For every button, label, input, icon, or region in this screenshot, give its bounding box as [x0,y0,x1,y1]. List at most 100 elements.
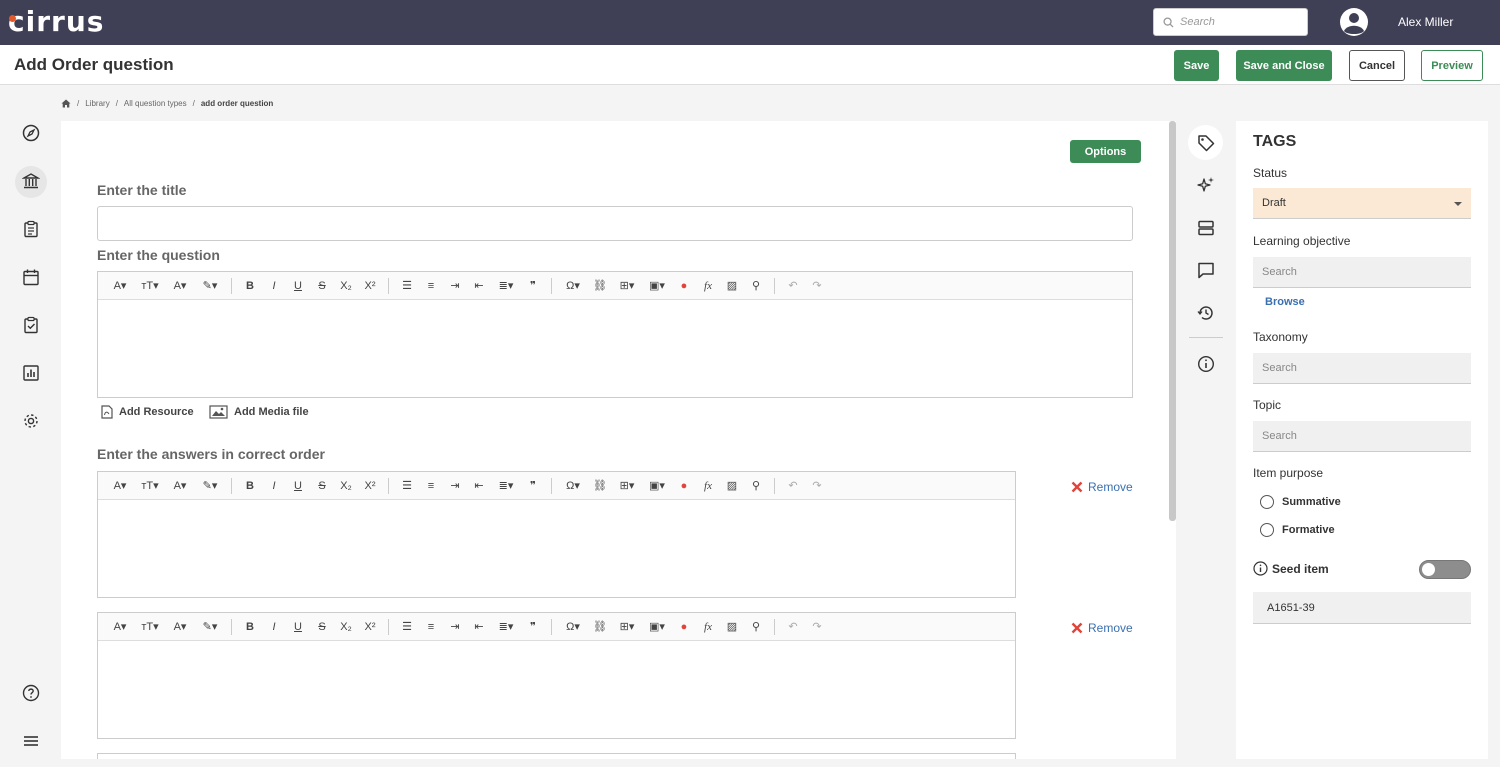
bold-icon[interactable]: B [238,475,262,497]
bullet-list-icon[interactable]: ☰ [395,275,419,297]
stack-icon[interactable] [1197,219,1215,237]
underline-icon[interactable]: U [286,275,310,297]
compass-icon[interactable] [22,124,40,142]
subscript-icon[interactable]: X₂ [334,616,358,638]
formula-icon[interactable]: fx [696,275,720,297]
media-embed-icon[interactable]: ▣▾ [642,475,672,497]
comment-icon[interactable] [1197,261,1215,279]
library-icon[interactable] [22,172,40,190]
subscript-icon[interactable]: X₂ [334,275,358,297]
text-size-icon[interactable]: ᴛT▾ [135,275,165,297]
calendar-icon[interactable] [22,268,40,286]
preview-button[interactable]: Preview [1421,50,1483,81]
bullet-list-icon[interactable]: ☰ [395,616,419,638]
learning-objective-search[interactable]: Search [1253,257,1471,288]
answer-editor-body[interactable] [98,641,1015,739]
remove-answer-1-button[interactable]: Remove [1071,480,1133,494]
italic-icon[interactable]: I [262,275,286,297]
outdent-icon[interactable]: ⇤ [467,616,491,638]
font-color-icon[interactable]: A▾ [165,475,195,497]
font-color-icon[interactable]: A▾ [165,616,195,638]
undo-icon[interactable]: ↶ [781,475,805,497]
title-input[interactable] [97,206,1133,241]
info-icon[interactable] [1253,561,1268,576]
cancel-button[interactable]: Cancel [1349,50,1405,81]
home-icon[interactable] [61,99,71,108]
superscript-icon[interactable]: X² [358,616,382,638]
align-icon[interactable]: ≣▾ [491,616,521,638]
taxonomy-search[interactable]: Search [1253,353,1471,384]
status-select[interactable]: Draft [1253,188,1471,219]
undo-icon[interactable]: ↶ [781,275,805,297]
superscript-icon[interactable]: X² [358,275,382,297]
highlight-icon[interactable]: ✎▾ [195,616,225,638]
indent-icon[interactable]: ⇥ [443,475,467,497]
main-scrollbar[interactable] [1169,121,1176,521]
indent-icon[interactable]: ⇥ [443,275,467,297]
outdent-icon[interactable]: ⇤ [467,475,491,497]
redo-icon[interactable]: ↷ [805,616,829,638]
blockquote-icon[interactable]: ❞ [521,616,545,638]
format-icon[interactable]: A▾ [105,275,135,297]
numbered-list-icon[interactable]: ≡ [419,616,443,638]
sparkle-ai-icon[interactable] [1197,176,1215,194]
special-char-icon[interactable]: Ω▾ [558,616,588,638]
underline-icon[interactable]: U [286,616,310,638]
redo-icon[interactable]: ↷ [805,475,829,497]
formula-icon[interactable]: fx [696,475,720,497]
help-icon[interactable] [22,684,40,702]
answer-editor-3[interactable] [97,753,1016,759]
app-logo[interactable]: cirrus [8,6,104,38]
table-icon[interactable]: ⊞▾ [612,616,642,638]
bold-icon[interactable]: B [238,616,262,638]
undo-icon[interactable]: ↶ [781,616,805,638]
breadcrumb-all-question-types[interactable]: All question types [124,99,187,108]
highlight-icon[interactable]: ✎▾ [195,275,225,297]
table-icon[interactable]: ⊞▾ [612,475,642,497]
formula-icon[interactable]: fx [696,616,720,638]
text-size-icon[interactable]: ᴛT▾ [135,616,165,638]
save-and-close-button[interactable]: Save and Close [1236,50,1332,81]
format-icon[interactable]: A▾ [105,475,135,497]
user-avatar-icon[interactable] [1339,7,1369,37]
save-button[interactable]: Save [1174,50,1219,81]
media-embed-icon[interactable]: ▣▾ [642,275,672,297]
global-search-input[interactable]: Search [1153,8,1308,36]
record-icon[interactable]: ● [672,475,696,497]
table-icon[interactable]: ⊞▾ [612,275,642,297]
tag-icon[interactable] [1197,134,1215,152]
browse-link[interactable]: Browse [1265,296,1305,308]
topic-search[interactable]: Search [1253,421,1471,452]
link-icon[interactable]: ⛓ [588,616,612,638]
underline-icon[interactable]: U [286,475,310,497]
numbered-list-icon[interactable]: ≡ [419,275,443,297]
breadcrumb-library[interactable]: Library [85,99,109,108]
bold-icon[interactable]: B [238,275,262,297]
special-char-icon[interactable]: Ω▾ [558,475,588,497]
format-icon[interactable]: A▾ [105,616,135,638]
strikethrough-icon[interactable]: S [310,475,334,497]
font-color-icon[interactable]: A▾ [165,275,195,297]
link-icon[interactable]: ⛓ [588,275,612,297]
question-editor-body[interactable] [98,300,1132,398]
attachment-icon[interactable]: ⚲ [744,275,768,297]
radio-circle-icon[interactable] [1260,495,1274,509]
seed-item-toggle[interactable] [1419,560,1471,579]
radio-circle-icon[interactable] [1260,523,1274,537]
attachment-icon[interactable]: ⚲ [744,616,768,638]
text-size-icon[interactable]: ᴛT▾ [135,475,165,497]
image-icon[interactable]: ▨ [720,616,744,638]
answer-editor-2[interactable]: A▾ ᴛT▾ A▾ ✎▾ B I U S X₂ X² ☰ ≡ ⇥ ⇤ ≣▾ ❞ Ω▾ ⛓ ⊞▾ ▣▾ ● fx ▨ ⚲ ↶ ↷ [97,612,1016,739]
numbered-list-icon[interactable]: ≡ [419,475,443,497]
redo-icon[interactable]: ↷ [805,275,829,297]
link-icon[interactable]: ⛓ [588,475,612,497]
task-check-icon[interactable] [22,316,40,334]
info-icon[interactable] [1197,355,1215,373]
image-icon[interactable]: ▨ [720,275,744,297]
remove-answer-2-button[interactable]: Remove [1071,621,1133,635]
media-embed-icon[interactable]: ▣▾ [642,616,672,638]
user-name[interactable]: Alex Miller [1398,15,1453,29]
history-icon[interactable] [1197,304,1215,322]
seed-item-field[interactable]: A1651-39 [1253,592,1471,624]
options-button[interactable]: Options [1070,140,1141,163]
